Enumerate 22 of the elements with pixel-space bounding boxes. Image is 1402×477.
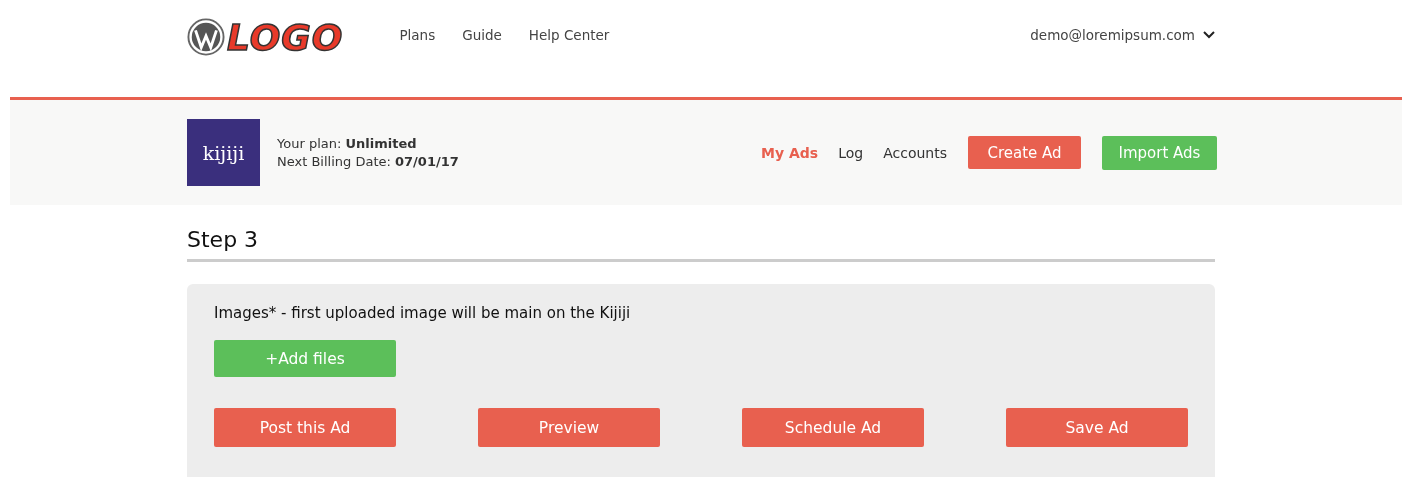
user-menu[interactable]: demo@loremipsum.com: [1030, 27, 1215, 43]
wordpress-logo-icon: [187, 18, 225, 56]
billing-date-text: Next Billing Date: 07/01/17: [277, 152, 459, 171]
action-button[interactable]: Post this Ad: [214, 408, 396, 447]
action-button[interactable]: Save Ad: [1006, 408, 1188, 447]
plan-text: Your plan: Unlimited: [277, 134, 418, 153]
nav-tab[interactable]: Accounts: [883, 144, 947, 161]
step-heading: Step 3: [187, 227, 260, 252]
nav-link[interactable]: Help Center: [528, 27, 610, 43]
kijiji-logo: kijiji: [187, 119, 260, 186]
logo-text: LOGO: [227, 16, 344, 58]
import-button[interactable]: Import Ads: [1102, 135, 1217, 170]
nav-tab[interactable]: Log: [838, 144, 864, 161]
images-label: Images* - first uploaded image will be main on the Kijiji: [214, 304, 632, 322]
action-button[interactable]: Preview: [478, 408, 660, 447]
nav-tab[interactable]: My Ads: [761, 144, 819, 161]
add-files-button[interactable]: +Add files: [214, 340, 396, 377]
action-button[interactable]: Schedule Ad: [742, 408, 924, 447]
nav-link[interactable]: Guide: [462, 27, 502, 43]
create-button[interactable]: Create Ad: [968, 136, 1081, 169]
nav-link[interactable]: Plans: [399, 27, 436, 43]
chevron-down-icon: [1203, 31, 1215, 39]
